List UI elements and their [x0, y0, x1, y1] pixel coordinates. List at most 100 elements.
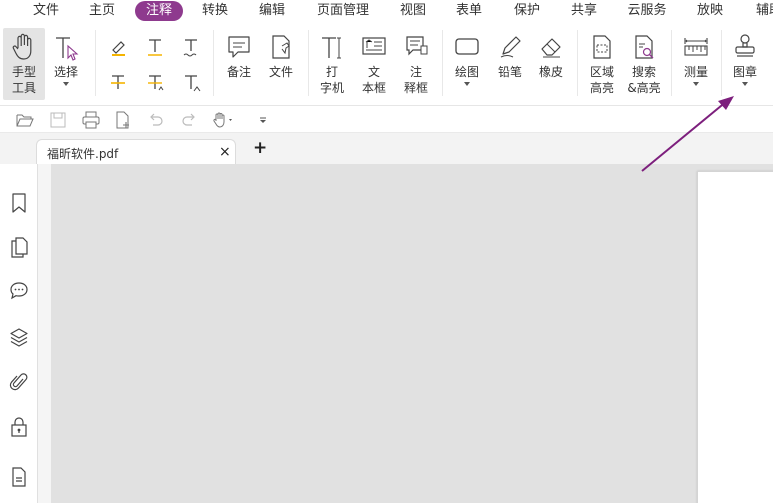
- search-highlight-label: 搜索 &高亮: [627, 65, 661, 95]
- menu-edit[interactable]: 编辑: [254, 0, 290, 22]
- callout-button[interactable]: 注 释框: [400, 28, 432, 96]
- select-label: 选择: [53, 65, 78, 79]
- divider: [442, 30, 443, 96]
- navigation-side-panel: [0, 164, 38, 503]
- note-label: 备注: [226, 65, 251, 79]
- divider: [577, 30, 578, 96]
- area-highlight-icon: [593, 35, 611, 59]
- typewriter-label: 打 字机: [319, 65, 344, 95]
- pencil-icon: [500, 36, 521, 58]
- eraser-icon: [541, 38, 561, 58]
- lock-security-icon[interactable]: [9, 416, 29, 438]
- highlight-icon[interactable]: [108, 36, 130, 58]
- textbox-icon: [362, 37, 386, 55]
- insert-text-icon[interactable]: [181, 72, 203, 94]
- customize-toolbar-icon[interactable]: [257, 111, 269, 129]
- document-tab[interactable]: 福昕软件.pdf ×: [36, 139, 236, 164]
- document-tab-title: 福昕软件.pdf: [47, 147, 119, 161]
- search-highlight-button[interactable]: 搜索 &高亮: [626, 28, 662, 96]
- pdf-page[interactable]: [697, 171, 773, 503]
- rectangle-shape-icon: [455, 38, 479, 55]
- ribbon-toolbar: 手型 工具 选择 备注 文件 打 字机 文 本框 注 释框 绘图 铅笔 橡皮 区…: [0, 22, 773, 106]
- quick-access-toolbar: [0, 107, 773, 133]
- redo-icon[interactable]: [180, 111, 198, 129]
- stamp-label: 图章: [732, 65, 757, 79]
- callout-label: 注 释框: [403, 65, 428, 95]
- typewriter-icon: [322, 37, 341, 59]
- stamp-button[interactable]: 图章: [729, 28, 761, 86]
- file-attach-button[interactable]: 文件: [264, 28, 298, 80]
- divider: [95, 30, 96, 96]
- attachment-paperclip-icon[interactable]: [9, 371, 29, 393]
- comments-panel-icon[interactable]: [9, 280, 29, 302]
- new-document-icon[interactable]: [114, 111, 132, 129]
- menu-forms[interactable]: 表单: [451, 0, 487, 22]
- hand-tool-label: 手型 工具: [11, 65, 36, 95]
- menu-assist[interactable]: 辅助: [751, 0, 773, 22]
- chevron-down-icon[interactable]: [464, 82, 470, 86]
- pages-thumbnail-icon[interactable]: [9, 236, 29, 258]
- save-icon[interactable]: [49, 111, 67, 129]
- app-window: 文件 主页 注释 转换 编辑 页面管理 视图 表单 保护 共享 云服务 放映 辅…: [0, 0, 773, 503]
- note-icon: [228, 36, 250, 58]
- hand-tool-button[interactable]: 手型 工具: [3, 28, 45, 100]
- select-button[interactable]: 选择: [49, 28, 83, 86]
- pencil-label: 铅笔: [497, 65, 522, 79]
- stamp-icon: [735, 34, 755, 57]
- menu-convert[interactable]: 转换: [197, 0, 233, 22]
- file-pin-icon: [272, 35, 290, 59]
- menu-protect[interactable]: 保护: [509, 0, 545, 22]
- ruler-icon: [684, 38, 708, 56]
- file-label: 文件: [268, 65, 293, 79]
- new-tab-button[interactable]: +: [253, 140, 267, 157]
- panel-gutter: [38, 164, 51, 503]
- divider: [671, 30, 672, 96]
- textbox-button[interactable]: 文 本框: [358, 28, 390, 96]
- squiggly-icon[interactable]: [181, 36, 203, 58]
- close-icon[interactable]: ×: [219, 144, 231, 160]
- typewriter-button[interactable]: 打 字机: [316, 28, 348, 96]
- menu-comment[interactable]: 注释: [135, 1, 183, 21]
- select-text-icon: [56, 37, 79, 61]
- undo-icon[interactable]: [147, 111, 165, 129]
- eraser-label: 橡皮: [538, 65, 563, 79]
- divider: [213, 30, 214, 96]
- measure-button[interactable]: 测量: [679, 28, 713, 86]
- bookmark-icon[interactable]: [9, 192, 29, 214]
- strikeout-icon[interactable]: [108, 72, 130, 94]
- drawing-button[interactable]: 绘图: [450, 28, 484, 86]
- menu-file[interactable]: 文件: [28, 0, 64, 22]
- area-highlight-label: 区域 高亮: [589, 65, 614, 95]
- note-button[interactable]: 备注: [222, 28, 256, 80]
- chevron-down-icon[interactable]: [63, 82, 69, 86]
- document-tab-strip: 福昕软件.pdf × +: [0, 133, 773, 164]
- chevron-down-icon[interactable]: [742, 82, 748, 86]
- menu-present[interactable]: 放映: [692, 0, 728, 22]
- pencil-button[interactable]: 铅笔: [494, 28, 526, 80]
- divider: [721, 30, 722, 96]
- measure-label: 测量: [683, 65, 708, 79]
- print-icon[interactable]: [82, 111, 100, 129]
- menu-home[interactable]: 主页: [84, 0, 120, 22]
- eraser-button[interactable]: 橡皮: [535, 28, 567, 80]
- menu-share[interactable]: 共享: [566, 0, 602, 22]
- callout-icon: [406, 36, 428, 56]
- underline-icon[interactable]: [145, 36, 167, 58]
- document-canvas[interactable]: [51, 164, 773, 503]
- menu-cloud[interactable]: 云服务: [626, 0, 668, 22]
- open-folder-icon[interactable]: [16, 111, 34, 129]
- area-highlight-button[interactable]: 区域 高亮: [586, 28, 618, 96]
- divider: [308, 30, 309, 96]
- textbox-label: 文 本框: [361, 65, 386, 95]
- document-properties-icon[interactable]: [9, 466, 29, 488]
- replace-text-icon[interactable]: [145, 72, 167, 94]
- menu-view[interactable]: 视图: [395, 0, 431, 22]
- chevron-down-icon[interactable]: [693, 82, 699, 86]
- menu-bar: 文件 主页 注释 转换 编辑 页面管理 视图 表单 保护 共享 云服务 放映 辅…: [0, 0, 773, 22]
- hand-icon: [12, 33, 32, 60]
- layers-icon[interactable]: [9, 326, 29, 348]
- menu-page-manage[interactable]: 页面管理: [313, 0, 373, 22]
- hand-dropdown-icon[interactable]: [212, 111, 238, 129]
- drawing-label: 绘图: [454, 65, 479, 79]
- search-highlight-icon: [635, 35, 654, 59]
